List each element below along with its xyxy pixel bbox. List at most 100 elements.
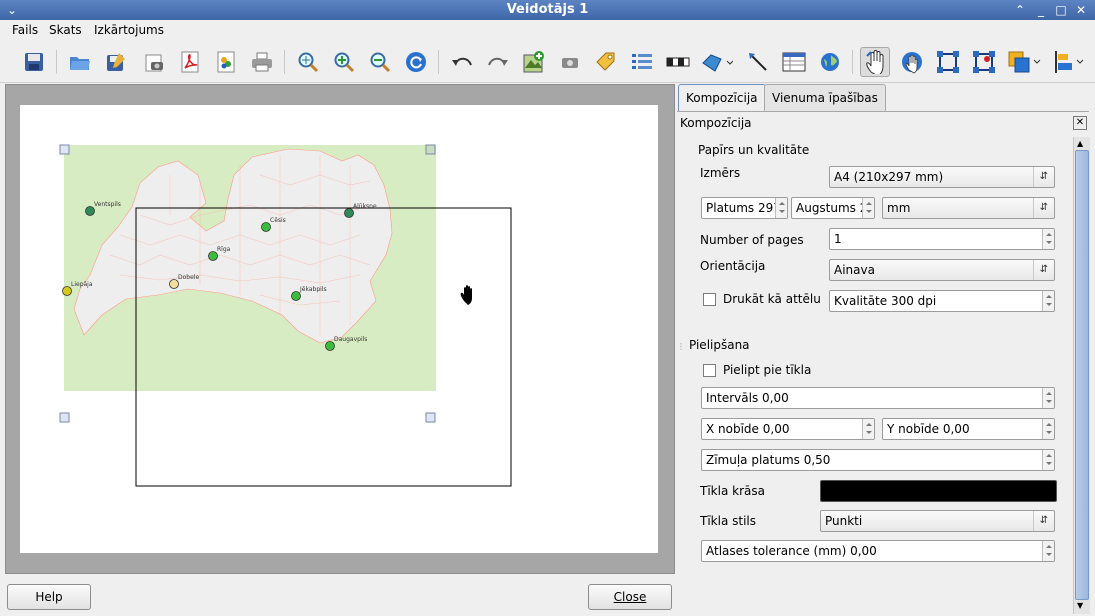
print-as-raster-checkbox[interactable] xyxy=(703,293,716,306)
orientation-select[interactable]: Ainava ⇵ xyxy=(829,259,1055,281)
pen-width-spinbox[interactable]: Zīmuļa platums 0,50 xyxy=(701,449,1055,471)
redo-icon[interactable] xyxy=(484,48,512,76)
unit-select[interactable]: mm ⇵ xyxy=(882,197,1055,219)
interval-spinbox[interactable]: Intervāls 0,00 xyxy=(701,387,1055,409)
city-label: Liepāja xyxy=(71,281,93,288)
quality-spinbox[interactable]: Kvalitāte 300 dpi xyxy=(829,290,1055,312)
selection-handle xyxy=(425,412,436,423)
collapse-handle-icon[interactable]: ⋮ xyxy=(677,342,685,351)
move-content-icon[interactable] xyxy=(898,48,926,76)
add-shape-icon[interactable] xyxy=(700,48,734,76)
snap-grid-checkbox[interactable] xyxy=(703,364,716,377)
tab-item-properties[interactable]: Vienuma īpašības xyxy=(764,84,886,111)
menu-file[interactable]: Fails xyxy=(12,23,38,37)
x-offset-value: X nobīde 0,00 xyxy=(706,422,790,436)
height-spinbox[interactable]: Augstums 210 xyxy=(791,197,875,219)
scrollbar-thumb[interactable] xyxy=(1075,150,1089,600)
spin-arrows-icon xyxy=(1042,450,1054,470)
zoom-full-icon[interactable] xyxy=(294,48,322,76)
quality-value: Kvalitāte 300 dpi xyxy=(834,294,937,308)
select-move-icon[interactable] xyxy=(860,47,890,77)
size-label: Izmērs xyxy=(700,166,741,180)
scroll-down-icon[interactable]: ▼ xyxy=(1077,601,1083,610)
panel-header: Kompozīcija xyxy=(680,116,752,130)
selection-handle xyxy=(425,144,436,155)
pages-spinbox[interactable]: 1 xyxy=(829,228,1055,250)
add-table-icon[interactable] xyxy=(780,48,808,76)
city-label: Cēsis xyxy=(270,217,286,224)
width-spinbox[interactable]: Platums 297 xyxy=(701,197,788,219)
zoom-in-icon[interactable] xyxy=(330,48,358,76)
group-icon[interactable] xyxy=(934,48,962,76)
orientation-value: Ainava xyxy=(834,263,875,277)
add-label-icon[interactable] xyxy=(592,48,620,76)
grid-color-button[interactable] xyxy=(820,480,1057,502)
zoom-out-icon[interactable] xyxy=(366,48,394,76)
grid-style-value: Punkti xyxy=(825,514,863,528)
interval-value: Intervāls 0,00 xyxy=(706,391,789,405)
spin-arrows-icon xyxy=(1042,541,1054,561)
spin-arrows-icon xyxy=(862,198,874,218)
export-image-icon[interactable] xyxy=(140,48,168,76)
add-html-icon[interactable] xyxy=(816,48,844,76)
menu-view[interactable]: Skats xyxy=(49,23,82,37)
city-label: Jēkabpils xyxy=(299,286,327,293)
refresh-icon[interactable] xyxy=(402,48,430,76)
ungroup-icon[interactable] xyxy=(970,48,998,76)
spin-arrows-icon xyxy=(1042,388,1054,408)
close-button[interactable]: Close xyxy=(588,584,672,610)
window-title: Veidotājs 1 xyxy=(506,2,589,17)
spin-arrows-icon xyxy=(1042,419,1054,439)
atlas-tolerance-spinbox[interactable]: Atlases tolerance (mm) 0,00 xyxy=(701,540,1055,562)
x-offset-spinbox[interactable]: X nobīde 0,00 xyxy=(701,418,875,440)
composer-canvas[interactable]: Ventspils Cēsis Alūksne Rīga Liepāja Dobele Jē… xyxy=(5,84,675,574)
raise-icon[interactable] xyxy=(1006,48,1042,76)
city-label: Alūksne xyxy=(353,203,377,210)
open-template-icon[interactable] xyxy=(66,48,94,76)
snap-section-label: Pielipšana xyxy=(689,338,750,352)
title-bar: ⌄ Veidotājs 1 ⌃ _ □ ✕ xyxy=(0,0,1095,20)
add-image-icon[interactable] xyxy=(556,48,584,76)
save-template-icon[interactable] xyxy=(102,48,130,76)
chevron-updown-icon: ⇵ xyxy=(1033,167,1054,187)
y-offset-spinbox[interactable]: Y nobīde 0,00 xyxy=(882,418,1055,440)
close-panel-icon[interactable]: ✕ xyxy=(1073,116,1087,130)
spin-arrows-icon xyxy=(862,419,874,439)
unit-value: mm xyxy=(887,201,911,215)
grid-color-label: Tīkla krāsa xyxy=(700,484,765,498)
chevron-updown-icon: ⇵ xyxy=(1033,260,1054,280)
y-offset-value: Y nobīde 0,00 xyxy=(887,422,970,436)
city-label: Rīga xyxy=(217,246,231,253)
menu-layout[interactable]: Izkārtojums xyxy=(94,23,164,37)
undo-icon[interactable] xyxy=(448,48,476,76)
paper-section-label: Papīrs un kvalitāte xyxy=(698,143,810,157)
add-arrow-icon[interactable] xyxy=(744,48,772,76)
chevron-updown-icon: ⇵ xyxy=(1033,511,1054,531)
align-icon[interactable] xyxy=(1052,48,1086,76)
selection-handle xyxy=(59,144,70,155)
export-svg-icon[interactable] xyxy=(212,48,240,76)
print-icon[interactable] xyxy=(248,48,276,76)
tab-composition[interactable]: Kompozīcija xyxy=(678,84,766,112)
close-window-icon[interactable]: ✕ xyxy=(1073,2,1089,18)
grid-style-select[interactable]: Punkti ⇵ xyxy=(820,510,1055,532)
help-button[interactable]: Help xyxy=(7,584,91,610)
shade-icon[interactable]: ⌃ xyxy=(1012,2,1028,18)
pages-label: Number of pages xyxy=(700,233,804,247)
paper-page[interactable]: Ventspils Cēsis Alūksne Rīga Liepāja Dobele Jē… xyxy=(20,105,658,553)
map-item[interactable]: Ventspils Cēsis Alūksne Rīga Liepāja Dobele Jē… xyxy=(20,105,658,553)
scroll-up-icon[interactable]: ▲ xyxy=(1077,139,1083,148)
city-label: Dobele xyxy=(178,274,199,281)
spin-arrows-icon xyxy=(1042,291,1054,311)
save-icon[interactable] xyxy=(20,48,48,76)
add-map-icon[interactable] xyxy=(520,48,548,76)
add-scalebar-icon[interactable] xyxy=(664,48,692,76)
minimize-icon[interactable]: _ xyxy=(1033,2,1049,18)
maximize-icon[interactable]: □ xyxy=(1053,2,1069,18)
orientation-label: Orientācija xyxy=(700,259,766,273)
pen-width-value: Zīmuļa platums 0,50 xyxy=(706,453,831,467)
width-value: Platums 297 xyxy=(706,201,781,215)
size-select[interactable]: A4 (210x297 mm) ⇵ xyxy=(829,166,1055,188)
export-pdf-icon[interactable] xyxy=(176,48,204,76)
add-legend-icon[interactable] xyxy=(628,48,656,76)
